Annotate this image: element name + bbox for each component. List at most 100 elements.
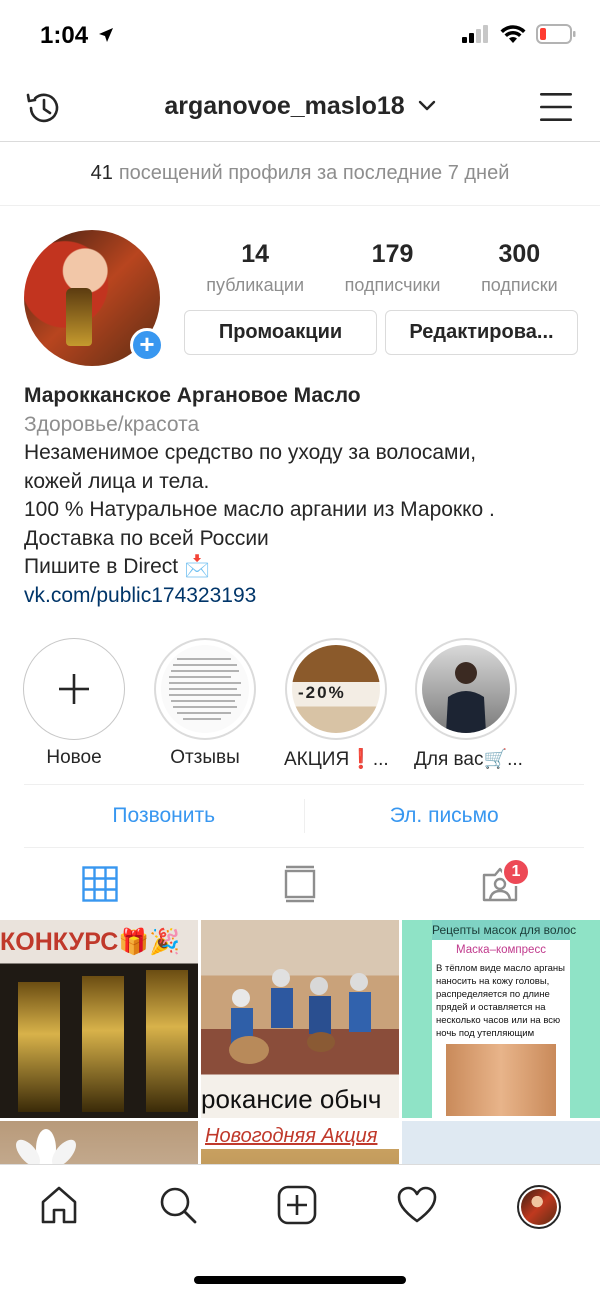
account-switcher[interactable]: arganovoe_maslo18 [0,92,600,121]
highlight-ring [415,638,517,740]
highlight-new[interactable]: Новое [22,638,126,769]
profile-action-buttons: Промоакции Редактирова... [184,310,578,355]
hamburger-menu-icon [540,93,572,121]
highlight-label: Отзывы [170,747,240,768]
recipe-title: Рецепты масок для волос [432,920,576,940]
bio-line: Незаменимое средство по уходу за волосам… [24,441,477,464]
bio-line: кожей лица и тела. [24,469,210,493]
flower-graphic [16,1129,76,1164]
grid-icon [82,866,118,902]
highlight-ring: -20% [285,638,387,740]
avatar-bottle-graphic [66,288,92,346]
home-tab[interactable] [39,1185,79,1230]
search-icon [160,1187,197,1224]
tab-tagged[interactable]: 1 [400,850,600,918]
highlight-ring [154,638,256,740]
text-screenshot-graphic [169,658,241,720]
highlight-cover-sale: -20% [292,645,380,733]
post-tile[interactable] [402,1121,600,1164]
profile-visits-insight[interactable]: 41 посещений профиля за последние 7 дней [0,142,600,206]
profile-tabs: 1 [0,850,600,918]
bio-line: Доставка по всей России [24,526,269,550]
call-button[interactable]: Позвонить [24,785,304,847]
post-tile[interactable]: Новогодняя Акция [201,1121,399,1164]
location-arrow-icon [98,28,113,42]
wifi-icon [500,25,526,43]
avatar [516,1185,561,1229]
post-tile[interactable]: КОНКУРС🎁🎉 [0,920,198,1118]
profile-name: Марокканское Аргановое Масло [24,384,361,407]
post-tile[interactable] [0,1121,198,1164]
plus-icon [59,674,89,704]
bio-website-link[interactable]: vk.com/public174323193 [24,582,584,611]
add-story-plus-icon[interactable]: + [130,328,164,362]
battery-low-icon [536,24,576,44]
stat-followers[interactable]: 179 подписчики [345,240,441,296]
visits-count: 41 [90,162,113,184]
edit-profile-button[interactable]: Редактирова... [385,310,578,355]
feed-list-icon [284,865,316,903]
highlight-label: АКЦИЯ❗... [284,749,389,770]
posts-grid: КОНКУРС🎁🎉 рокансие обыч Рецепты масок дл… [0,920,600,1164]
post-tile[interactable]: рокансие обыч [201,920,399,1118]
sale-badge-text: -20% [298,683,346,702]
profile-stats: 14 публикации 179 подписчики 300 подписк… [186,240,578,296]
post-tile[interactable]: Рецепты масок для волос Маска–компресс В… [402,920,600,1118]
stat-followers-label: подписчики [344,275,441,295]
heart-icon [397,1186,437,1223]
hair-photo-graphic [446,1044,556,1116]
post-caption-text: рокансие обыч [201,1084,382,1114]
stat-posts-label: публикации [206,275,305,295]
status-icons [462,24,576,44]
recipe-body: В тёплом виде масло арганы наносить на к… [436,963,565,1042]
recipe-card: Рецепты масок для волос Маска–компресс В… [432,920,576,1118]
status-bar: 1:04 [0,0,600,72]
bio-line: 100 % Натуральное масло аргании из Марок… [24,498,495,521]
profile-avatar-button[interactable]: + [24,230,164,366]
people-drumming-graphic [229,969,371,1064]
stat-following-count: 300 [498,240,541,268]
stat-followers-count: 179 [371,240,414,268]
contact-options: Позвонить Эл. письмо [24,784,584,848]
highlight-label: Новое [46,747,102,768]
profile-header: arganovoe_maslo18 [0,72,600,142]
activity-tab[interactable] [396,1185,438,1230]
product-bottle-graphic [18,982,60,1112]
email-button[interactable]: Эл. письмо [305,785,585,847]
search-tab[interactable] [158,1185,198,1230]
home-icon [42,1186,77,1224]
stat-posts[interactable]: 14 публикации [206,240,304,296]
create-post-tab[interactable] [277,1185,317,1230]
highlight-cover-for-you [422,645,510,733]
stat-following-label: подписки [481,275,558,295]
stat-following[interactable]: 300 подписки [481,240,558,296]
new-highlight-circle [23,638,125,740]
highlight-cover-reviews [161,645,249,733]
product-bottle-graphic [82,976,124,1112]
tab-grid[interactable] [0,850,200,918]
clock-text: 1:04 [40,22,89,49]
highlight-for-you[interactable]: Для вас🛒... [414,638,523,771]
cellular-signal-icon [462,25,488,43]
promotions-button[interactable]: Промоакции [184,310,377,355]
home-indicator [194,1276,406,1284]
profile-bio: Марокканское Аргановое Масло Здоровье/кр… [24,382,584,610]
highlight-label: Для вас🛒... [414,749,523,770]
chevron-down-icon [418,100,435,111]
post-caption-text: КОНКУРС🎁🎉 [0,928,181,956]
highlight-sale[interactable]: -20% АКЦИЯ❗... [284,638,389,771]
menu-button[interactable] [538,90,574,129]
highlight-reviews[interactable]: Отзывы [153,638,257,769]
product-bottle-graphic [146,970,188,1112]
stat-posts-count: 14 [241,240,270,268]
profile-tab[interactable] [516,1185,561,1229]
recipe-subtitle: Маска–компресс [456,944,546,956]
visits-text: посещений профиля за последние 7 дней [118,162,510,184]
tab-feed[interactable] [200,850,400,918]
status-time: 1:04 [40,22,115,50]
add-post-icon [277,1185,317,1225]
bottom-tab-bar [0,1164,600,1254]
post-caption-text: Новогодняя Акция [205,1125,378,1147]
bio-line: Пишите в Direct 📩 [24,555,211,578]
person-photo-graphic [446,662,486,733]
